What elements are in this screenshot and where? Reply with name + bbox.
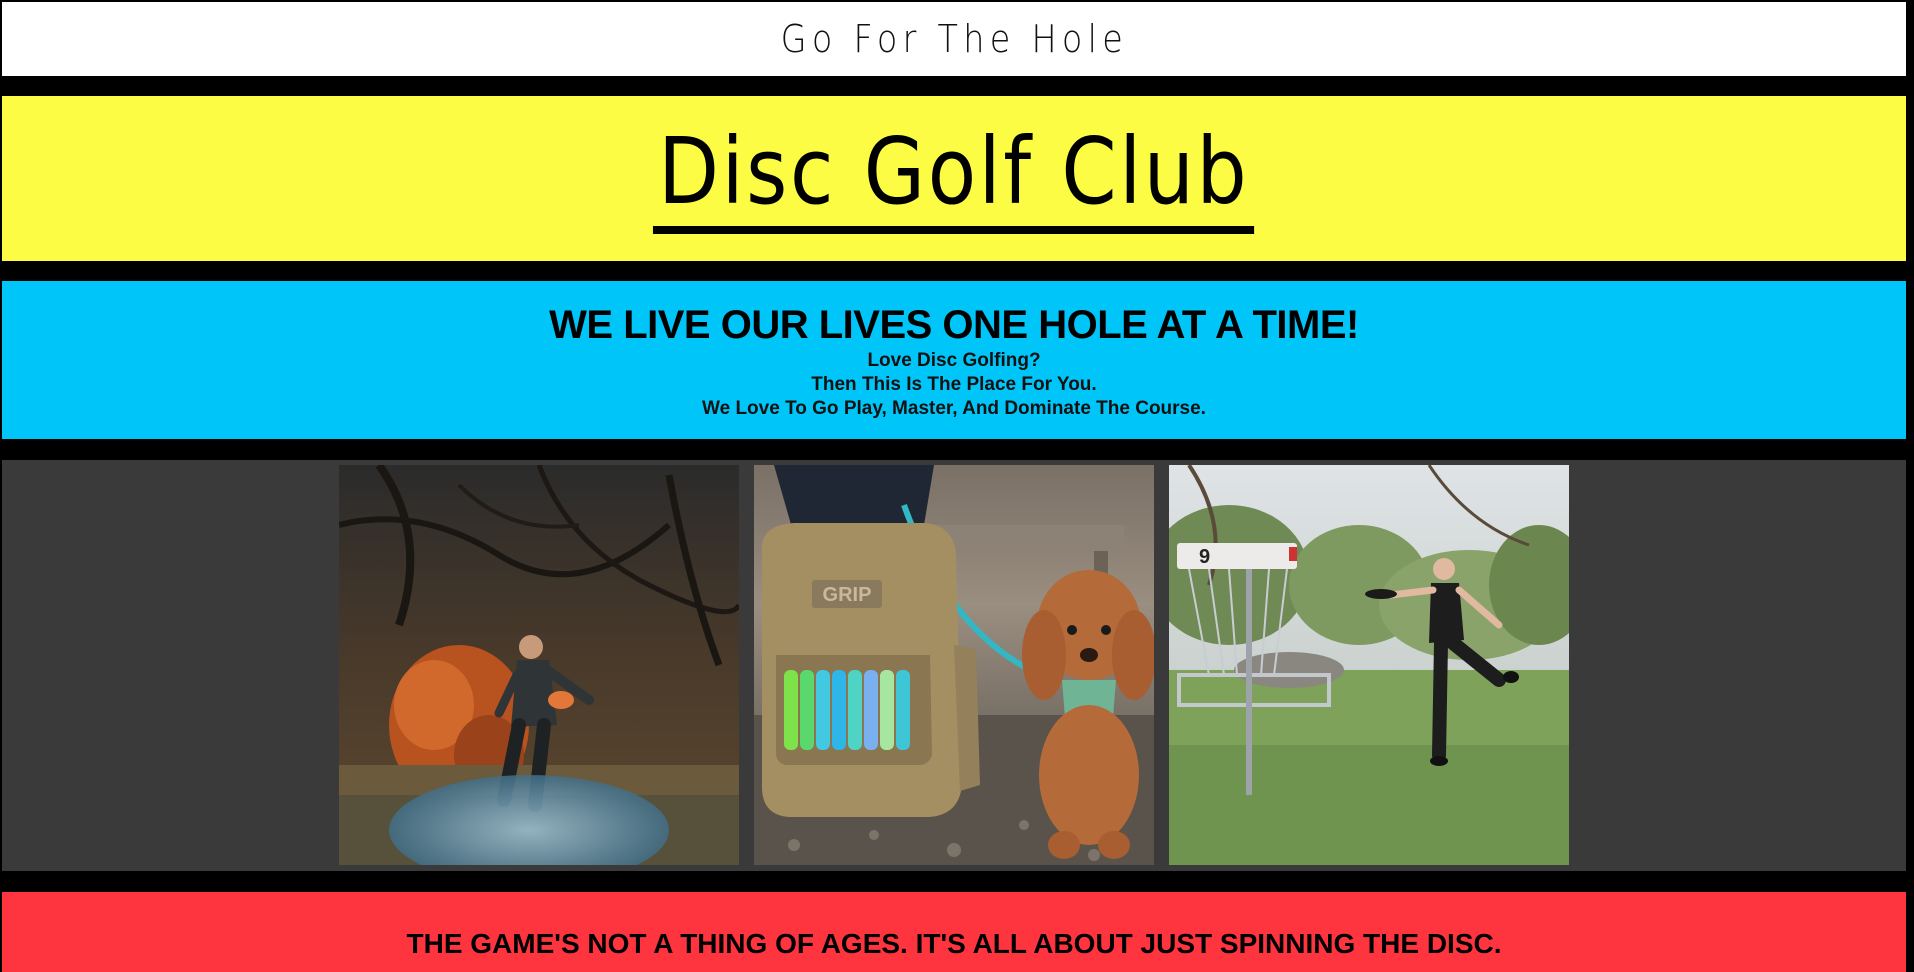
basket-throw-image: 9 [1169, 465, 1569, 865]
intro-headline: WE LIVE OUR LIVES ONE HOLE AT A TIME! [549, 303, 1359, 347]
photo-gallery: GRIP 9 [2, 460, 1906, 871]
player-throwing-photo[interactable] [339, 465, 739, 865]
site-header: Go For The Hole [2, 2, 1906, 76]
basket-number-label: 9 [1199, 546, 1210, 568]
disc-bag-and-poodle-image: GRIP [754, 465, 1154, 865]
page-title: Disc Golf Club [653, 118, 1255, 234]
intro-line-3: We Love To Go Play, Master, And Dominate… [702, 398, 1206, 419]
player-throwing-image [339, 465, 739, 865]
site-brand-link[interactable]: Go For The Hole [780, 2, 1127, 76]
intro-line-2: Then This Is The Place For You. [811, 374, 1097, 395]
bag-brand-label: GRIP [823, 584, 872, 606]
disc-bag-and-poodle-photo[interactable]: GRIP [754, 465, 1154, 865]
basket-throw-photo[interactable]: 9 [1169, 465, 1569, 865]
intro-section: WE LIVE OUR LIVES ONE HOLE AT A TIME! Lo… [2, 281, 1906, 439]
tagline-section: THE GAME'S NOT A THING OF AGES. IT'S ALL… [2, 892, 1906, 972]
hero-banner: Disc Golf Club [2, 96, 1906, 261]
tagline-text: THE GAME'S NOT A THING OF AGES. IT'S ALL… [406, 928, 1502, 959]
intro-line-1: Love Disc Golfing? [867, 350, 1041, 371]
